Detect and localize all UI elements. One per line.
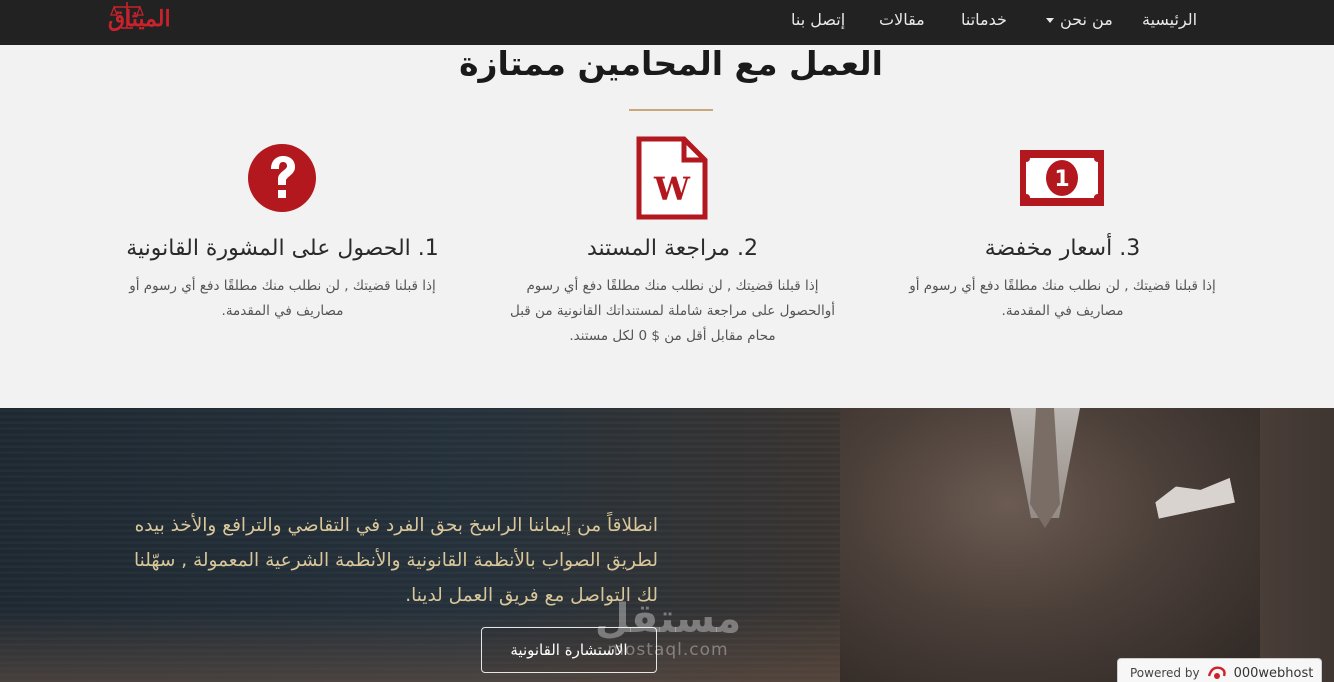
- powered-label: Powered by: [1130, 666, 1200, 680]
- svg-text:1: 1: [1054, 167, 1069, 192]
- feature-1-title: 1. الحصول على المشورة القانونية: [126, 236, 439, 261]
- watermark: مستقل mostaql.com: [588, 598, 748, 668]
- nav-about[interactable]: من نحن: [1046, 10, 1113, 29]
- hero-deck: [0, 608, 900, 682]
- feature-3-title: 3. أسعار مخفضة: [984, 236, 1141, 261]
- nav-articles[interactable]: مقالات: [879, 10, 925, 29]
- feature-3-desc: إذا قبلنا قضيتك , لن نطلب منك مطلقًا دفع…: [909, 278, 1216, 319]
- money-bill-icon: 1: [1020, 150, 1104, 206]
- watermark-en: mostaql.com: [607, 640, 729, 660]
- nav-about-label: من نحن: [1060, 10, 1113, 29]
- powered-host: 000webhost: [1233, 665, 1314, 681]
- site-logo[interactable]: الميثاق: [104, 2, 188, 38]
- nav-services[interactable]: خدماتنا: [961, 10, 1007, 29]
- chevron-down-icon: [1046, 18, 1054, 23]
- word-document-icon: W: [636, 136, 708, 220]
- hero-text: انطلاقاً من إيماننا الراسخ بحق الفرد في …: [133, 515, 658, 606]
- powered-by-badge[interactable]: Powered by 000webhost: [1117, 658, 1322, 682]
- feature-1-desc: إذا قبلنا قضيتك , لن نطلب منك مطلقًا دفع…: [129, 278, 436, 319]
- watermark-ar: مستقل: [594, 596, 742, 642]
- section-title: العمل مع المحامين ممتازة: [459, 44, 883, 83]
- svg-text:W: W: [653, 170, 691, 208]
- logo-text: الميثاق: [108, 6, 171, 32]
- nav-contact[interactable]: إتصل بنا: [791, 10, 845, 29]
- webhost-logo-icon: [1207, 666, 1226, 679]
- nav-home[interactable]: الرئيسية: [1142, 10, 1197, 29]
- feature-2-title: 2. مراجعة المستند: [586, 236, 758, 261]
- feature-2-desc: إذا قبلنا قضيتك , لن نطلب منك مطلقًا دفع…: [510, 278, 835, 344]
- top-navbar: الميثاق الرئيسية من نحن خدماتنا مقالات إ…: [0, 0, 1334, 45]
- title-divider: [629, 109, 713, 111]
- question-icon: [248, 144, 316, 212]
